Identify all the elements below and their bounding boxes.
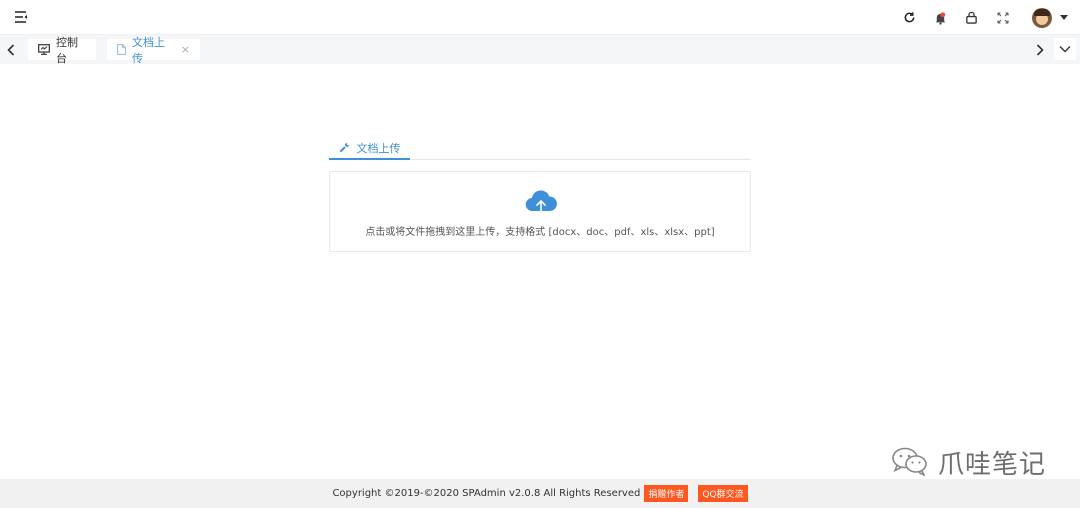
bell-icon[interactable] (925, 0, 956, 35)
footer: Copyright ©2019-©2020 SPAdmin v2.0.8 All… (0, 479, 1080, 508)
watermark: 爪哇笔记 (890, 444, 1046, 481)
tab-dashboard[interactable]: 控制台 (28, 36, 96, 65)
tab-document-upload[interactable]: 文档上传 × (107, 36, 200, 65)
avatar[interactable] (1032, 7, 1052, 28)
refresh-icon[interactable] (894, 0, 925, 35)
chevron-right-icon[interactable] (1029, 35, 1051, 64)
lock-icon[interactable] (956, 0, 987, 35)
tab-document-upload-content[interactable]: 文档上传 (329, 137, 410, 160)
chevron-down-icon[interactable] (1054, 38, 1076, 60)
chevron-left-icon[interactable] (0, 35, 22, 64)
content-tab-label: 文档上传 (356, 141, 401, 155)
tab-document-upload-label: 文档上传 (132, 35, 165, 65)
upload-dropzone[interactable]: 点击或将文件拖拽到这里上传，支持格式 [docx、doc、pdf、xls、xls… (329, 171, 751, 252)
content-tab-header: 文档上传 (329, 137, 751, 160)
top-header (0, 0, 1080, 35)
wrench-icon (339, 142, 350, 153)
wechat-icon (890, 446, 930, 480)
fullscreen-icon[interactable] (987, 0, 1018, 35)
donate-link[interactable]: 捐赠作者 (644, 485, 689, 502)
upload-hint: 点击或将文件拖拽到这里上传，支持格式 [docx、doc、pdf、xls、xls… (365, 227, 715, 238)
qq-group-link[interactable]: QQ群交流 (698, 485, 748, 502)
menu-fold-icon[interactable] (14, 9, 34, 27)
monitor-icon (38, 44, 50, 55)
tab-dashboard-label: 控制台 (56, 35, 78, 65)
caret-down-icon[interactable] (1060, 15, 1068, 20)
copyright-text: Copyright ©2019-©2020 SPAdmin v2.0.8 All… (332, 488, 641, 499)
watermark-text: 爪哇笔记 (938, 450, 1047, 480)
cloud-upload-icon (524, 188, 558, 222)
file-icon (117, 44, 126, 55)
header-toolbar (894, 0, 1068, 35)
tab-bar: 控制台 文档上传 × (0, 35, 1080, 65)
close-icon[interactable]: × (181, 43, 190, 56)
